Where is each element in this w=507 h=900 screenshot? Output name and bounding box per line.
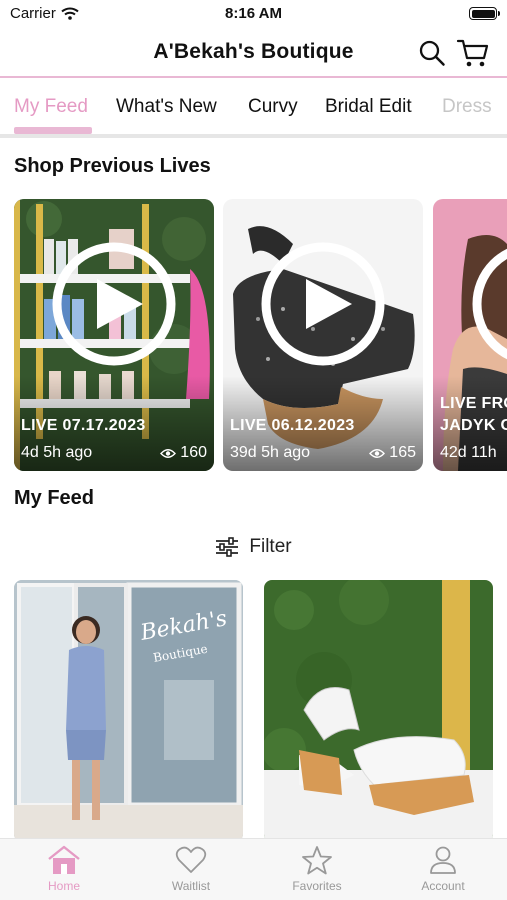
tab-curvy[interactable]: Curvy — [248, 96, 298, 118]
eye-icon — [369, 448, 386, 458]
clock: 8:16 AM — [225, 5, 282, 22]
bottom-tab-bar: Home Waitlist Favorites Account — [0, 838, 507, 900]
nav-account-label: Account — [421, 879, 465, 893]
play-icon[interactable] — [51, 241, 177, 367]
view-count: 165 — [369, 444, 416, 462]
live-date-label: LIVE FRO — [440, 395, 507, 412]
active-tab-indicator — [14, 127, 92, 134]
live-time-ago: 39d 5h ago — [230, 444, 311, 461]
previous-lives-title: Shop Previous Lives — [14, 155, 211, 177]
live-date-label: LIVE 07.17.2023 — [21, 417, 146, 434]
person-icon — [430, 846, 456, 874]
tab-bridal-edit[interactable]: Bridal Edit — [325, 96, 412, 118]
filter-button[interactable]: Filter — [0, 533, 507, 561]
live-time-ago: 42d 11h — [440, 444, 497, 461]
filter-label: Filter — [249, 536, 292, 557]
nav-home[interactable]: Home — [14, 845, 114, 893]
app-header: A'Bekah's Boutique — [0, 28, 507, 78]
live-card[interactable]: LIVE 06.12.2023 39d 5h ago 165 — [223, 199, 423, 471]
view-count-value: 160 — [180, 444, 207, 461]
live-card[interactable]: LIVE FRO JADYK C 42d 11h — [433, 199, 507, 471]
view-count-value: 165 — [389, 444, 416, 461]
category-tabs: My Feed What's New Curvy Bridal Edit Dre… — [0, 80, 507, 138]
nav-waitlist-label: Waitlist — [171, 879, 211, 893]
heart-icon — [175, 846, 207, 873]
live-date-label: LIVE 06.12.2023 — [230, 417, 355, 434]
tab-my-feed[interactable]: My Feed — [14, 96, 88, 118]
my-feed-title: My Feed — [14, 487, 95, 509]
feed-product-card[interactable] — [264, 580, 493, 842]
live-card[interactable]: LIVE 07.17.2023 4d 5h ago 160 — [14, 199, 214, 471]
battery-icon — [469, 7, 500, 20]
live-time-ago: 4d 5h ago — [21, 444, 93, 461]
search-icon[interactable] — [418, 39, 446, 67]
nav-favorites-label: Favorites — [292, 879, 342, 893]
sliders-icon — [216, 537, 239, 557]
live-date-label-line2: JADYK C — [440, 417, 507, 434]
play-icon[interactable] — [471, 241, 507, 367]
eye-icon — [160, 448, 177, 458]
play-icon[interactable] — [260, 241, 386, 367]
feed-product-card[interactable]: Bekah's Boutique — [14, 580, 243, 842]
nav-waitlist[interactable]: Waitlist — [141, 845, 241, 893]
product-image: Bekah's Boutique — [14, 580, 243, 842]
view-count: 160 — [160, 444, 207, 462]
nav-home-label: Home — [47, 879, 80, 893]
nav-favorites[interactable]: Favorites — [267, 845, 367, 893]
product-image — [264, 580, 493, 842]
home-icon — [48, 845, 80, 874]
nav-account[interactable]: Account — [393, 845, 493, 893]
cart-icon[interactable] — [456, 37, 490, 69]
status-bar: Carrier 8:16 AM — [0, 0, 507, 28]
tab-dress[interactable]: Dress — [442, 96, 492, 118]
tab-whats-new[interactable]: What's New — [116, 96, 217, 118]
star-icon — [302, 846, 332, 875]
